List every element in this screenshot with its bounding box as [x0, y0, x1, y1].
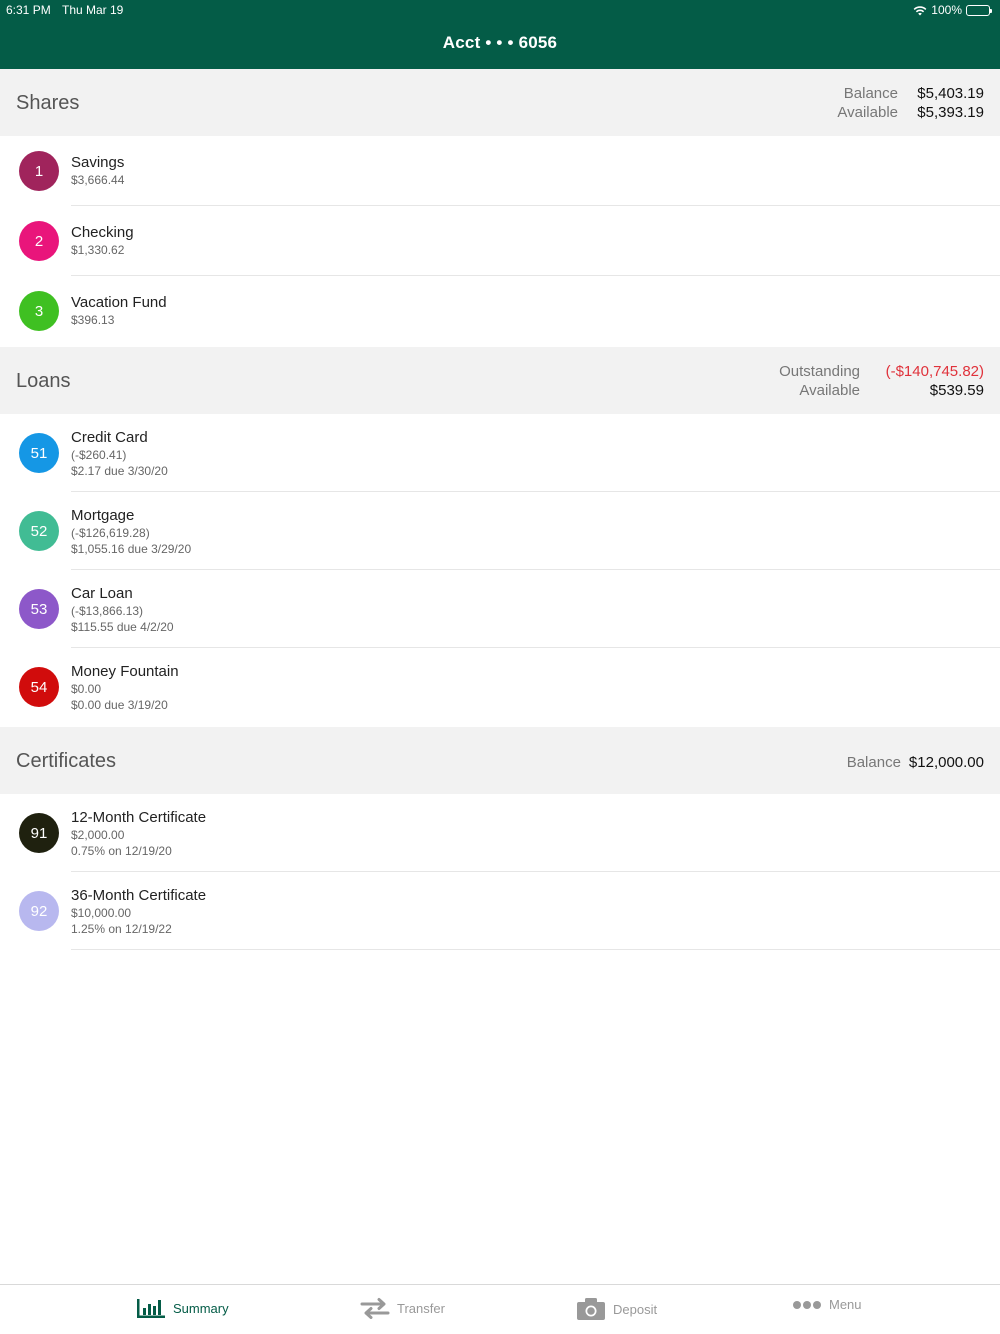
status-date: Thu Mar 19: [62, 3, 124, 17]
status-indicators: 100%: [913, 3, 992, 17]
account-badge: 91: [19, 813, 59, 853]
available-value: $539.59: [929, 382, 984, 399]
account-badge: 54: [19, 667, 59, 707]
account-balance: $0.00: [71, 682, 102, 696]
account-name: Car Loan: [71, 585, 133, 602]
tab-label: Summary: [173, 1300, 229, 1316]
account-balance: $10,000.00: [71, 906, 132, 920]
account-name: Mortgage: [71, 507, 135, 524]
tab-transfer[interactable]: Transfer: [360, 1297, 445, 1319]
tab-label: Transfer: [397, 1300, 445, 1316]
certificate-row-12-month[interactable]: 91 12-Month Certificate $2,000.00 0.75% …: [0, 794, 1000, 872]
tab-deposit[interactable]: Deposit: [576, 1297, 657, 1321]
account-badge: 52: [19, 511, 59, 551]
section-certificates-header: Certificates Balance $12,000.00: [0, 727, 1000, 794]
account-balance: $2,000.00: [71, 828, 125, 842]
account-name: 12-Month Certificate: [71, 809, 207, 826]
page-title: Acct • • • 6056: [442, 33, 558, 52]
rate-maturity: 0.75% on 12/19/20: [71, 844, 172, 858]
account-name: Savings: [71, 154, 125, 171]
share-row-vacation-fund[interactable]: 3 Vacation Fund $396.13: [0, 276, 1000, 346]
balance-value: $5,403.19: [917, 85, 984, 102]
account-badge: 3: [19, 291, 59, 331]
status-bar: 6:31 PM Thu Mar 19 100%: [0, 0, 1000, 20]
section-title: Certificates: [16, 750, 117, 772]
divider: [71, 949, 1000, 950]
certificates-summary: Balance $12,000.00: [847, 753, 984, 772]
account-balance: $3,666.44: [71, 173, 125, 187]
more-dots-icon: [793, 1300, 821, 1309]
camera-icon: [577, 1298, 605, 1320]
payment-due: $2.17 due 3/30/20: [71, 464, 168, 478]
status-time: 6:31 PM: [6, 3, 51, 17]
account-name: Vacation Fund: [71, 294, 167, 311]
outstanding-value: (-$140,745.82): [885, 363, 984, 380]
tab-bar: Summary Transfer Deposit Menu: [0, 1284, 1000, 1334]
bar-chart-icon: [137, 1299, 165, 1318]
wifi-icon: [913, 5, 927, 15]
payment-due: $0.00 due 3/19/20: [71, 698, 168, 712]
available-label: Available: [799, 382, 860, 399]
payment-due: $1,055.16 due 3/29/20: [71, 542, 192, 556]
account-balance: $1,330.62: [71, 243, 125, 257]
section-loans-header: Loans Outstanding (-$140,745.82) Availabl…: [0, 347, 1000, 414]
loans-summary: Outstanding (-$140,745.82) Available $539.…: [770, 362, 984, 400]
battery-icon: [966, 4, 992, 16]
account-badge: 51: [19, 433, 59, 473]
section-shares-header: Shares Balance $5,403.19 Available $5,393.…: [0, 69, 1000, 136]
loan-row-mortgage[interactable]: 52 Mortgage (-$126,619.28) $1,055.16 due…: [0, 492, 1000, 570]
account-balance: $396.13: [71, 313, 115, 327]
section-title: Loans: [16, 370, 71, 392]
transfer-arrows-icon: [360, 1298, 390, 1319]
share-row-checking[interactable]: 2 Checking $1,330.62: [0, 206, 1000, 276]
account-balance: (-$13,866.13): [71, 604, 144, 618]
loan-row-money-fountain[interactable]: 54 Money Fountain $0.00 $0.00 due 3/19/2…: [0, 648, 1000, 726]
tab-label: Menu: [829, 1297, 862, 1312]
tab-menu[interactable]: Menu: [792, 1297, 862, 1312]
certificate-row-36-month[interactable]: 92 36-Month Certificate $10,000.00 1.25%…: [0, 872, 1000, 950]
account-badge: 2: [19, 221, 59, 261]
share-row-savings[interactable]: 1 Savings $3,666.44: [0, 136, 1000, 206]
outstanding-label: Outstanding: [779, 363, 860, 380]
loan-row-car-loan[interactable]: 53 Car Loan (-$13,866.13) $115.55 due 4/…: [0, 570, 1000, 648]
loan-row-credit-card[interactable]: 51 Credit Card (-$260.41) $2.17 due 3/30…: [0, 414, 1000, 492]
tab-summary[interactable]: Summary: [136, 1297, 229, 1319]
account-name: Credit Card: [71, 429, 148, 446]
available-label: Available: [837, 104, 898, 121]
account-balance: (-$260.41): [71, 448, 127, 462]
balance-label: Balance: [843, 85, 898, 102]
section-title: Shares: [16, 92, 80, 114]
rate-maturity: 1.25% on 12/19/22: [71, 922, 172, 936]
account-name: Checking: [71, 224, 134, 241]
payment-due: $115.55 due 4/2/20: [71, 620, 174, 634]
account-name: 36-Month Certificate: [71, 887, 207, 904]
tab-label: Deposit: [613, 1301, 658, 1317]
shares-summary: Balance $5,403.19 Available $5,393.19: [837, 84, 984, 122]
balance-value: $12,000.00: [908, 754, 984, 771]
app-header: 6:31 PM Thu Mar 19 100% Acct • • • 6056: [0, 0, 1000, 69]
account-balance: (-$126,619.28): [71, 526, 150, 540]
balance-label: Balance: [846, 754, 901, 771]
account-badge: 92: [19, 891, 59, 931]
available-value: $5,393.19: [917, 104, 984, 121]
account-name: Money Fountain: [71, 663, 179, 680]
account-badge: 53: [19, 589, 59, 629]
battery-percent: 100%: [931, 3, 962, 17]
account-badge: 1: [19, 151, 59, 191]
